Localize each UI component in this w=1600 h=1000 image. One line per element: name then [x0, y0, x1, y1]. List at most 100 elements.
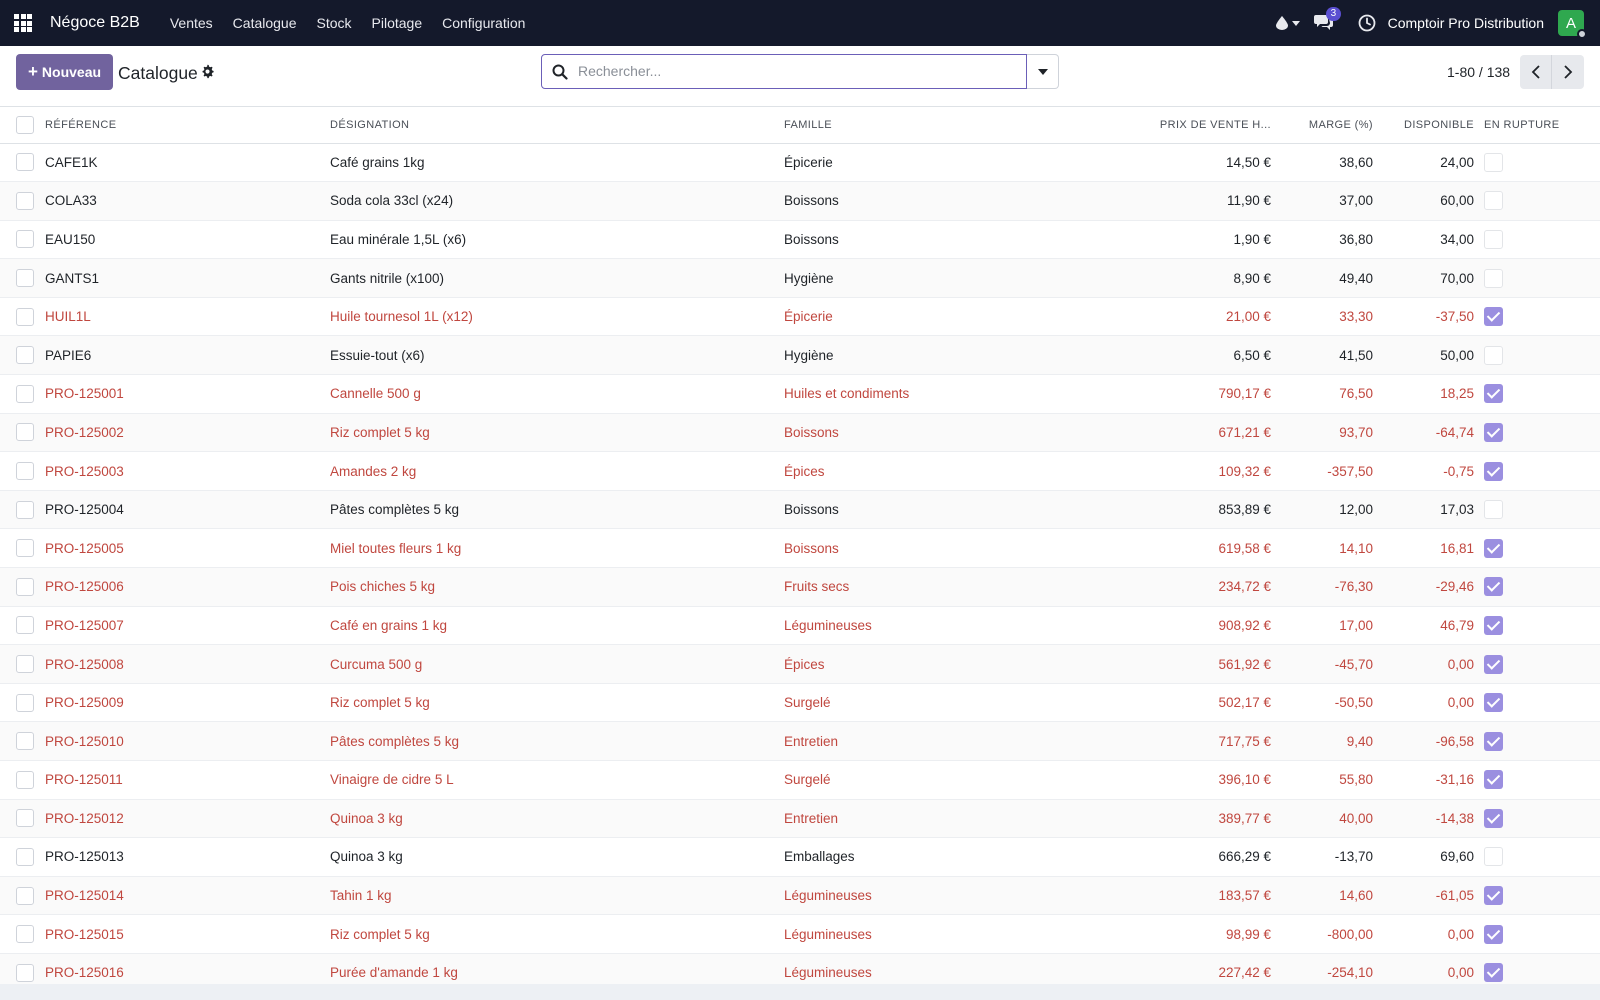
column-header-famille[interactable]: FAMILLE: [784, 107, 1079, 144]
cell-reference: PRO-125008: [45, 644, 330, 684]
row-select-checkbox[interactable]: [16, 655, 34, 674]
search-input[interactable]: [578, 61, 1018, 81]
cell-designation: Cannelle 500 g: [330, 374, 784, 414]
column-header-reference[interactable]: RÉFÉRENCE: [45, 107, 330, 144]
row-select-checkbox[interactable]: [16, 732, 34, 751]
table-row[interactable]: PRO-125011 Vinaigre de cidre 5 L Surgelé 39…: [0, 760, 1600, 800]
select-all-checkbox[interactable]: [16, 115, 34, 134]
table-row[interactable]: PRO-125013 Quinoa 3 kg Emballages 666,29 € -…: [0, 837, 1600, 877]
table-row[interactable]: EAU150 Eau minérale 1,5L (x6) Boissons 1,90…: [0, 220, 1600, 260]
menu-catalogue[interactable]: Catalogue: [223, 15, 307, 31]
menu-stock[interactable]: Stock: [307, 15, 362, 31]
cell-rupture: [1474, 914, 1600, 954]
column-header-designation[interactable]: DÉSIGNATION: [330, 107, 784, 144]
column-header-rupture[interactable]: EN RUPTURE: [1474, 107, 1600, 144]
row-select-checkbox[interactable]: [16, 577, 34, 596]
rupture-checked-icon: [1484, 963, 1503, 983]
table-row[interactable]: PRO-125009 Riz complet 5 kg Surgelé 502,17 …: [0, 683, 1600, 723]
cell-marge: 55,80: [1271, 760, 1373, 800]
cell-marge: -50,50: [1271, 683, 1373, 723]
row-select-checkbox[interactable]: [16, 423, 34, 442]
row-select-checkbox[interactable]: [16, 886, 34, 905]
row-select-checkbox[interactable]: [16, 153, 34, 172]
cell-famille: Boissons: [784, 220, 1079, 260]
cell-designation: Pâtes complètes 5 kg: [330, 490, 784, 530]
row-select-checkbox[interactable]: [16, 963, 34, 982]
user-avatar[interactable]: A: [1558, 10, 1587, 39]
row-select-checkbox[interactable]: [16, 384, 34, 403]
table-row[interactable]: PRO-125012 Quinoa 3 kg Entretien 389,77 €40…: [0, 799, 1600, 839]
cell-reference: PRO-125006: [45, 567, 330, 607]
table-row[interactable]: PRO-125005 Miel toutes fleurs 1 kg Boisson…: [0, 528, 1600, 569]
water-drop-icon[interactable]: [1275, 16, 1288, 30]
cell-famille: Hygiène: [784, 258, 1079, 298]
rupture-checked-icon: [1484, 924, 1503, 944]
row-select-checkbox[interactable]: [16, 925, 34, 944]
row-select-checkbox[interactable]: [16, 770, 34, 789]
table-row[interactable]: PRO-125014 Tahin 1 kg Légumineuses 183,57 €…: [0, 876, 1600, 916]
pager-value[interactable]: 1-80 / 138: [1447, 64, 1510, 80]
row-select-cell: [0, 528, 45, 569]
cell-reference: PRO-125013: [45, 837, 330, 877]
row-select-checkbox[interactable]: [16, 462, 34, 481]
column-header-disponible[interactable]: DISPONIBLE: [1373, 107, 1474, 144]
row-select-cell: [0, 143, 45, 183]
page-title[interactable]: Catalogue: [118, 63, 198, 84]
new-button[interactable]: + Nouveau: [16, 54, 113, 90]
menu-ventes[interactable]: Ventes: [160, 15, 223, 31]
messaging-button[interactable]: 3: [1313, 7, 1342, 33]
table-row[interactable]: PRO-125003 Amandes 2 kg Épices 109,32 € -357…: [0, 451, 1600, 491]
table-row[interactable]: COLA33 Soda cola 33cl (x24) Boissons 11,90 …: [0, 181, 1600, 221]
cell-disponible: 50,00: [1373, 335, 1474, 376]
cell-marge: 49,40: [1271, 258, 1373, 298]
search-bar[interactable]: [541, 54, 1027, 89]
row-select-checkbox[interactable]: [16, 500, 34, 519]
row-select-checkbox[interactable]: [16, 616, 34, 635]
cell-prix: 502,17 €: [1079, 683, 1271, 723]
cell-marge: -76,30: [1271, 567, 1373, 607]
table-row[interactable]: PRO-125001 Cannelle 500 g Huiles et condim…: [0, 374, 1600, 414]
table-row[interactable]: PRO-125015 Riz complet 5 kg Légumineuses 98…: [0, 914, 1600, 954]
cell-prix: 6,50 €: [1079, 335, 1271, 376]
chevron-down-icon[interactable]: [1291, 20, 1300, 26]
rupture-checked-icon: [1484, 577, 1503, 597]
gear-icon[interactable]: [200, 64, 215, 79]
table-row[interactable]: HUIL1L Huile tournesol 1L (x12) Épicerie 21…: [0, 297, 1600, 337]
row-select-checkbox[interactable]: [16, 693, 34, 712]
pager-next-button[interactable]: [1552, 55, 1584, 89]
cell-disponible: 0,00: [1373, 683, 1474, 723]
row-select-checkbox[interactable]: [16, 307, 34, 326]
table-row[interactable]: PRO-125016 Purée d'amande 1 kg Légumineuse…: [0, 953, 1600, 984]
row-select-checkbox[interactable]: [16, 269, 34, 288]
row-select-checkbox[interactable]: [16, 809, 34, 828]
pager-previous-button[interactable]: [1520, 55, 1552, 89]
app-brand[interactable]: Négoce B2B: [50, 14, 140, 32]
table-row[interactable]: PRO-125004 Pâtes complètes 5 kg Boissons 85…: [0, 490, 1600, 530]
column-header-marge[interactable]: MARGE (%): [1271, 107, 1373, 144]
row-select-checkbox[interactable]: [16, 191, 34, 210]
row-select-cell: [0, 335, 45, 376]
row-select-checkbox[interactable]: [16, 847, 34, 866]
menu-configuration[interactable]: Configuration: [432, 15, 535, 31]
row-select-checkbox[interactable]: [16, 230, 34, 249]
cell-reference: PRO-125003: [45, 451, 330, 491]
table-row[interactable]: PRO-125010 Pâtes complètes 5 kg Entretien 7…: [0, 721, 1600, 761]
cell-rupture: [1474, 606, 1600, 646]
rupture-unchecked-icon: [1484, 500, 1503, 520]
clock-icon[interactable]: [1358, 14, 1376, 32]
menu-pilotage[interactable]: Pilotage: [362, 15, 433, 31]
table-row[interactable]: PRO-125007 Café en grains 1 kg Légumineuse…: [0, 606, 1600, 646]
table-row[interactable]: PAPIE6 Essuie-tout (x6) Hygiène 6,50 €41,50…: [0, 335, 1600, 376]
row-select-checkbox[interactable]: [16, 346, 34, 365]
table-row[interactable]: PRO-125006 Pois chiches 5 kg Fruits secs 23…: [0, 567, 1600, 607]
table-row[interactable]: PRO-125002 Riz complet 5 kg Boissons 671,21…: [0, 413, 1600, 453]
row-select-checkbox[interactable]: [16, 539, 34, 558]
table-row[interactable]: GANTS1 Gants nitrile (x100) Hygiène 8,90 €4…: [0, 258, 1600, 298]
apps-grid-icon[interactable]: [0, 0, 46, 46]
table-row[interactable]: PRO-125008 Curcuma 500 g Épices 561,92 € -45…: [0, 644, 1600, 684]
cell-famille: Légumineuses: [784, 953, 1079, 984]
table-row[interactable]: CAFE1K Café grains 1kg Épicerie 14,50 €38,6…: [0, 143, 1600, 183]
company-switcher[interactable]: Comptoir Pro Distribution: [1388, 15, 1544, 31]
column-header-prix[interactable]: PRIX DE VENTE H...: [1079, 107, 1271, 144]
search-options-toggle[interactable]: [1027, 54, 1059, 89]
